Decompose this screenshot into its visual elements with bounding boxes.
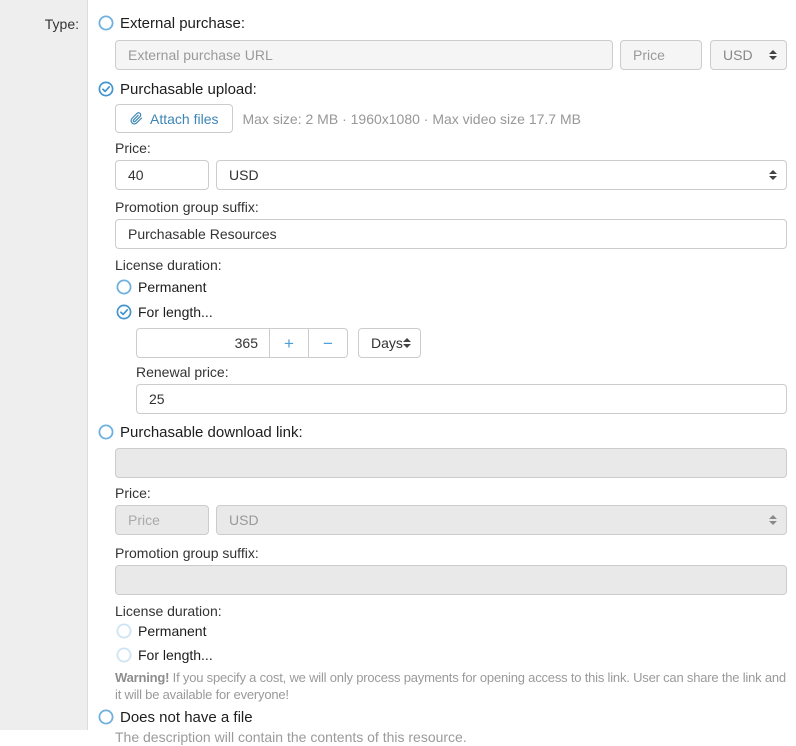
currency-value: USD <box>723 47 769 63</box>
radio-option-external-purchase[interactable]: External purchase: <box>98 14 787 32</box>
length-input[interactable] <box>136 328 270 358</box>
download-fields: Price: USD Promotion group suffix: Licen… <box>115 444 787 703</box>
radio-option-no-file[interactable]: Does not have a file <box>98 708 787 726</box>
warning-text: Warning! If you specify a cost, we will … <box>115 669 787 703</box>
attach-files-button[interactable]: Attach files <box>115 104 233 133</box>
length-stepper: + − <box>136 328 348 358</box>
max-size-hint: Max size: 2 MB · 1960x1080 · Max video s… <box>242 111 580 127</box>
external-price-input[interactable] <box>620 40 702 70</box>
currency-value: USD <box>229 512 769 528</box>
length-row: + − Days <box>136 328 787 358</box>
type-label: Type: <box>45 16 79 32</box>
decrement-button[interactable]: − <box>309 328 348 358</box>
external-currency-select[interactable]: USD <box>710 40 787 70</box>
radio-disabled-icon <box>116 647 132 663</box>
paperclip-icon <box>130 112 143 125</box>
attach-files-row: Attach files Max size: 2 MB · 1960x1080 … <box>115 104 787 133</box>
download-promo-input <box>115 565 787 595</box>
download-url-input <box>115 448 787 478</box>
unit-value: Days <box>371 335 403 351</box>
renewal-price-input[interactable] <box>136 384 787 414</box>
radio-unchecked-icon[interactable] <box>98 709 114 725</box>
radio-option-purchasable-upload[interactable]: Purchasable upload: <box>98 80 787 98</box>
download-currency-select: USD <box>216 505 787 535</box>
warning-title: Warning! <box>115 670 169 685</box>
option-label-no-file: Does not have a file <box>120 709 253 726</box>
promo-suffix-label: Promotion group suffix: <box>115 545 787 562</box>
form-label-column: Type: <box>0 0 88 730</box>
radio-unchecked-icon[interactable] <box>116 279 132 295</box>
select-arrow-icon <box>769 515 777 525</box>
radio-option-permanent-disabled: Permanent <box>116 622 787 640</box>
external-url-input[interactable] <box>115 40 613 70</box>
increment-button[interactable]: + <box>270 328 309 358</box>
promo-suffix-label: Promotion group suffix: <box>115 199 787 216</box>
option-label-external: External purchase: <box>120 15 245 32</box>
radio-unchecked-icon[interactable] <box>98 15 114 31</box>
upload-fields: Attach files Max size: 2 MB · 1960x1080 … <box>115 104 787 423</box>
attach-files-label: Attach files <box>150 111 218 127</box>
price-label: Price: <box>115 140 787 157</box>
option-label-for-length: For length... <box>138 304 213 320</box>
option-label-download: Purchasable download link: <box>120 424 303 441</box>
license-duration-label: License duration: <box>115 257 787 274</box>
radio-option-download-link[interactable]: Purchasable download link: <box>98 423 787 441</box>
purchase-type-form: Type: External purchase: USD <box>0 0 796 730</box>
promo-suffix-input[interactable] <box>115 219 787 249</box>
radio-checked-icon[interactable] <box>98 81 114 97</box>
no-file-hint: The description will contain the content… <box>115 729 787 746</box>
radio-option-permanent[interactable]: Permanent <box>116 278 787 296</box>
renewal-price-label: Renewal price: <box>136 364 787 381</box>
select-arrow-icon <box>769 50 777 60</box>
length-unit-select[interactable]: Days <box>358 328 421 358</box>
radio-checked-icon[interactable] <box>116 304 132 320</box>
select-arrow-icon <box>769 170 777 180</box>
price-label: Price: <box>115 485 787 502</box>
radio-disabled-icon <box>116 623 132 639</box>
external-purchase-fields: USD <box>115 40 787 70</box>
upload-currency-select[interactable]: USD <box>216 160 787 190</box>
upload-price-input[interactable] <box>115 160 209 190</box>
upload-price-row: USD <box>115 160 787 190</box>
radio-option-for-length[interactable]: For length... <box>116 303 787 321</box>
option-label-for-length: For length... <box>138 647 213 663</box>
option-label-permanent: Permanent <box>138 279 206 295</box>
option-label-upload: Purchasable upload: <box>120 81 257 98</box>
radio-option-for-length-disabled: For length... <box>116 646 787 664</box>
license-duration-label: License duration: <box>115 603 787 620</box>
select-arrow-icon <box>403 338 411 348</box>
option-label-permanent: Permanent <box>138 623 206 639</box>
download-price-input <box>115 505 209 535</box>
radio-unchecked-icon[interactable] <box>98 424 114 440</box>
currency-value: USD <box>229 167 769 183</box>
form-content: External purchase: USD Purchasable uploa… <box>88 0 796 730</box>
download-price-row: USD <box>115 505 787 535</box>
